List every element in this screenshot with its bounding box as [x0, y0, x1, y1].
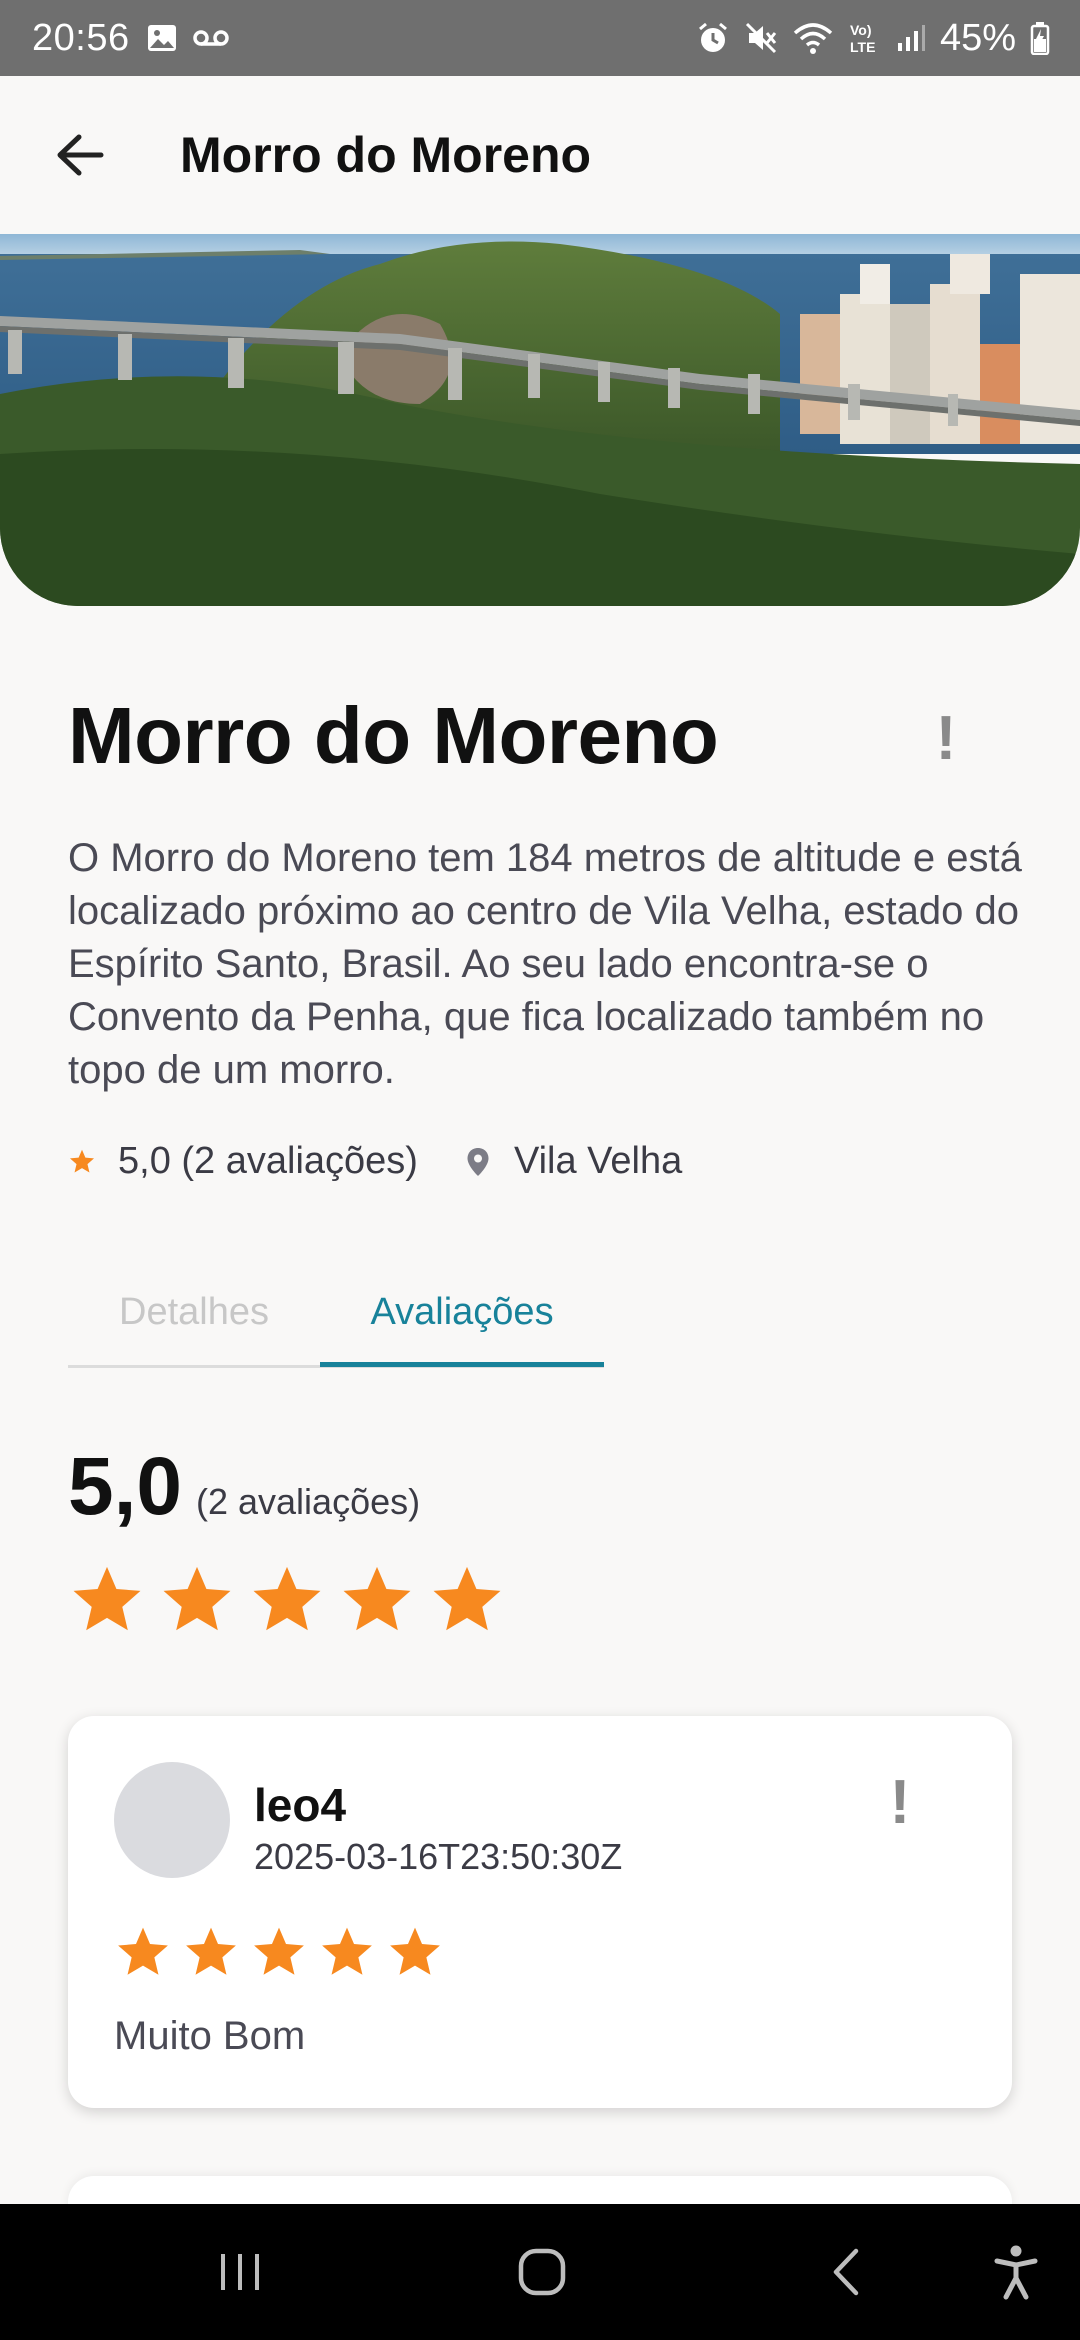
accessibility-button[interactable]: [976, 2232, 1056, 2312]
summary-score: 5,0: [68, 1441, 182, 1532]
battery-icon: [1030, 22, 1050, 55]
tab-avaliacoes[interactable]: Avaliações: [320, 1262, 604, 1367]
status-bar: 20:56 Vo) LTE 45%: [0, 0, 1080, 76]
place-rating: 5,0 (2 avaliações): [118, 1140, 418, 1182]
app-bar: Morro do Moreno: [0, 76, 1080, 234]
back-button[interactable]: [40, 115, 120, 195]
review-text: Muito Bom: [114, 2014, 306, 2058]
star-icon: [433, 1566, 501, 1631]
review-stars: [114, 1924, 444, 1982]
reviewer-name: leo4: [254, 1779, 347, 1831]
volte-icon: Vo)LTE: [850, 22, 875, 55]
star-icon: [163, 1566, 231, 1631]
recent-apps-button[interactable]: [200, 2232, 280, 2312]
tab-bar: Detalhes Avaliações: [68, 1262, 604, 1368]
system-back-button[interactable]: [806, 2232, 886, 2312]
arrow-left-icon: [57, 134, 104, 176]
signal-icon: [897, 25, 925, 51]
status-time: 20:56: [32, 16, 130, 59]
home-icon: [518, 2248, 566, 2296]
image-icon: [147, 25, 176, 51]
accessibility-icon: [994, 2245, 1038, 2300]
report-place-button[interactable]: !: [916, 698, 976, 778]
svg-text:LTE: LTE: [850, 39, 875, 55]
review-card: leo4 2025-03-16T23:50:30Z ! Muito Bom: [68, 1716, 1012, 2108]
star-icon: [343, 1566, 411, 1631]
place-meta-row: 5,0 (2 avaliações) Vila Velha: [68, 1140, 682, 1183]
star-icon: [186, 1927, 236, 1975]
review-date: 2025-03-16T23:50:30Z: [254, 1836, 623, 1877]
star-icon: [253, 1566, 321, 1631]
summary-count: (2 avaliações): [196, 1481, 421, 1522]
rating-summary: 5,0 (2 avaliações): [68, 1440, 420, 1534]
system-nav-bar: [0, 2204, 1080, 2340]
wifi-icon: [793, 23, 833, 54]
place-title: Morro do Moreno: [68, 691, 719, 780]
star-icon: [118, 1927, 168, 1975]
location-pin-icon: [467, 1147, 489, 1176]
place-hero-image: [0, 234, 1080, 606]
report-icon: !: [935, 703, 957, 773]
svg-text:Vo): Vo): [850, 22, 872, 38]
report-icon: !: [889, 1767, 911, 1837]
star-icon: [69, 1149, 95, 1172]
voicemail-icon: [192, 30, 229, 46]
star-icon: [73, 1566, 141, 1631]
mute-icon: [745, 22, 777, 54]
star-icon: [254, 1927, 304, 1975]
home-button[interactable]: [502, 2232, 582, 2312]
report-review-button[interactable]: !: [870, 1762, 930, 1842]
star-icon: [390, 1927, 440, 1975]
recent-apps-icon: [221, 2254, 259, 2290]
tab-detalhes[interactable]: Detalhes: [68, 1262, 320, 1362]
star-icon: [322, 1927, 372, 1975]
battery-percent: 45%: [939, 16, 1016, 59]
avatar: [114, 1762, 230, 1878]
place-description: O Morro do Moreno tem 184 metros de alti…: [68, 836, 1022, 1092]
place-location: Vila Velha: [513, 1140, 683, 1182]
alarm-icon: [698, 22, 727, 52]
chevron-left-icon: [833, 2248, 859, 2296]
app-bar-title: Morro do Moreno: [180, 127, 592, 183]
summary-stars: [68, 1562, 506, 1640]
